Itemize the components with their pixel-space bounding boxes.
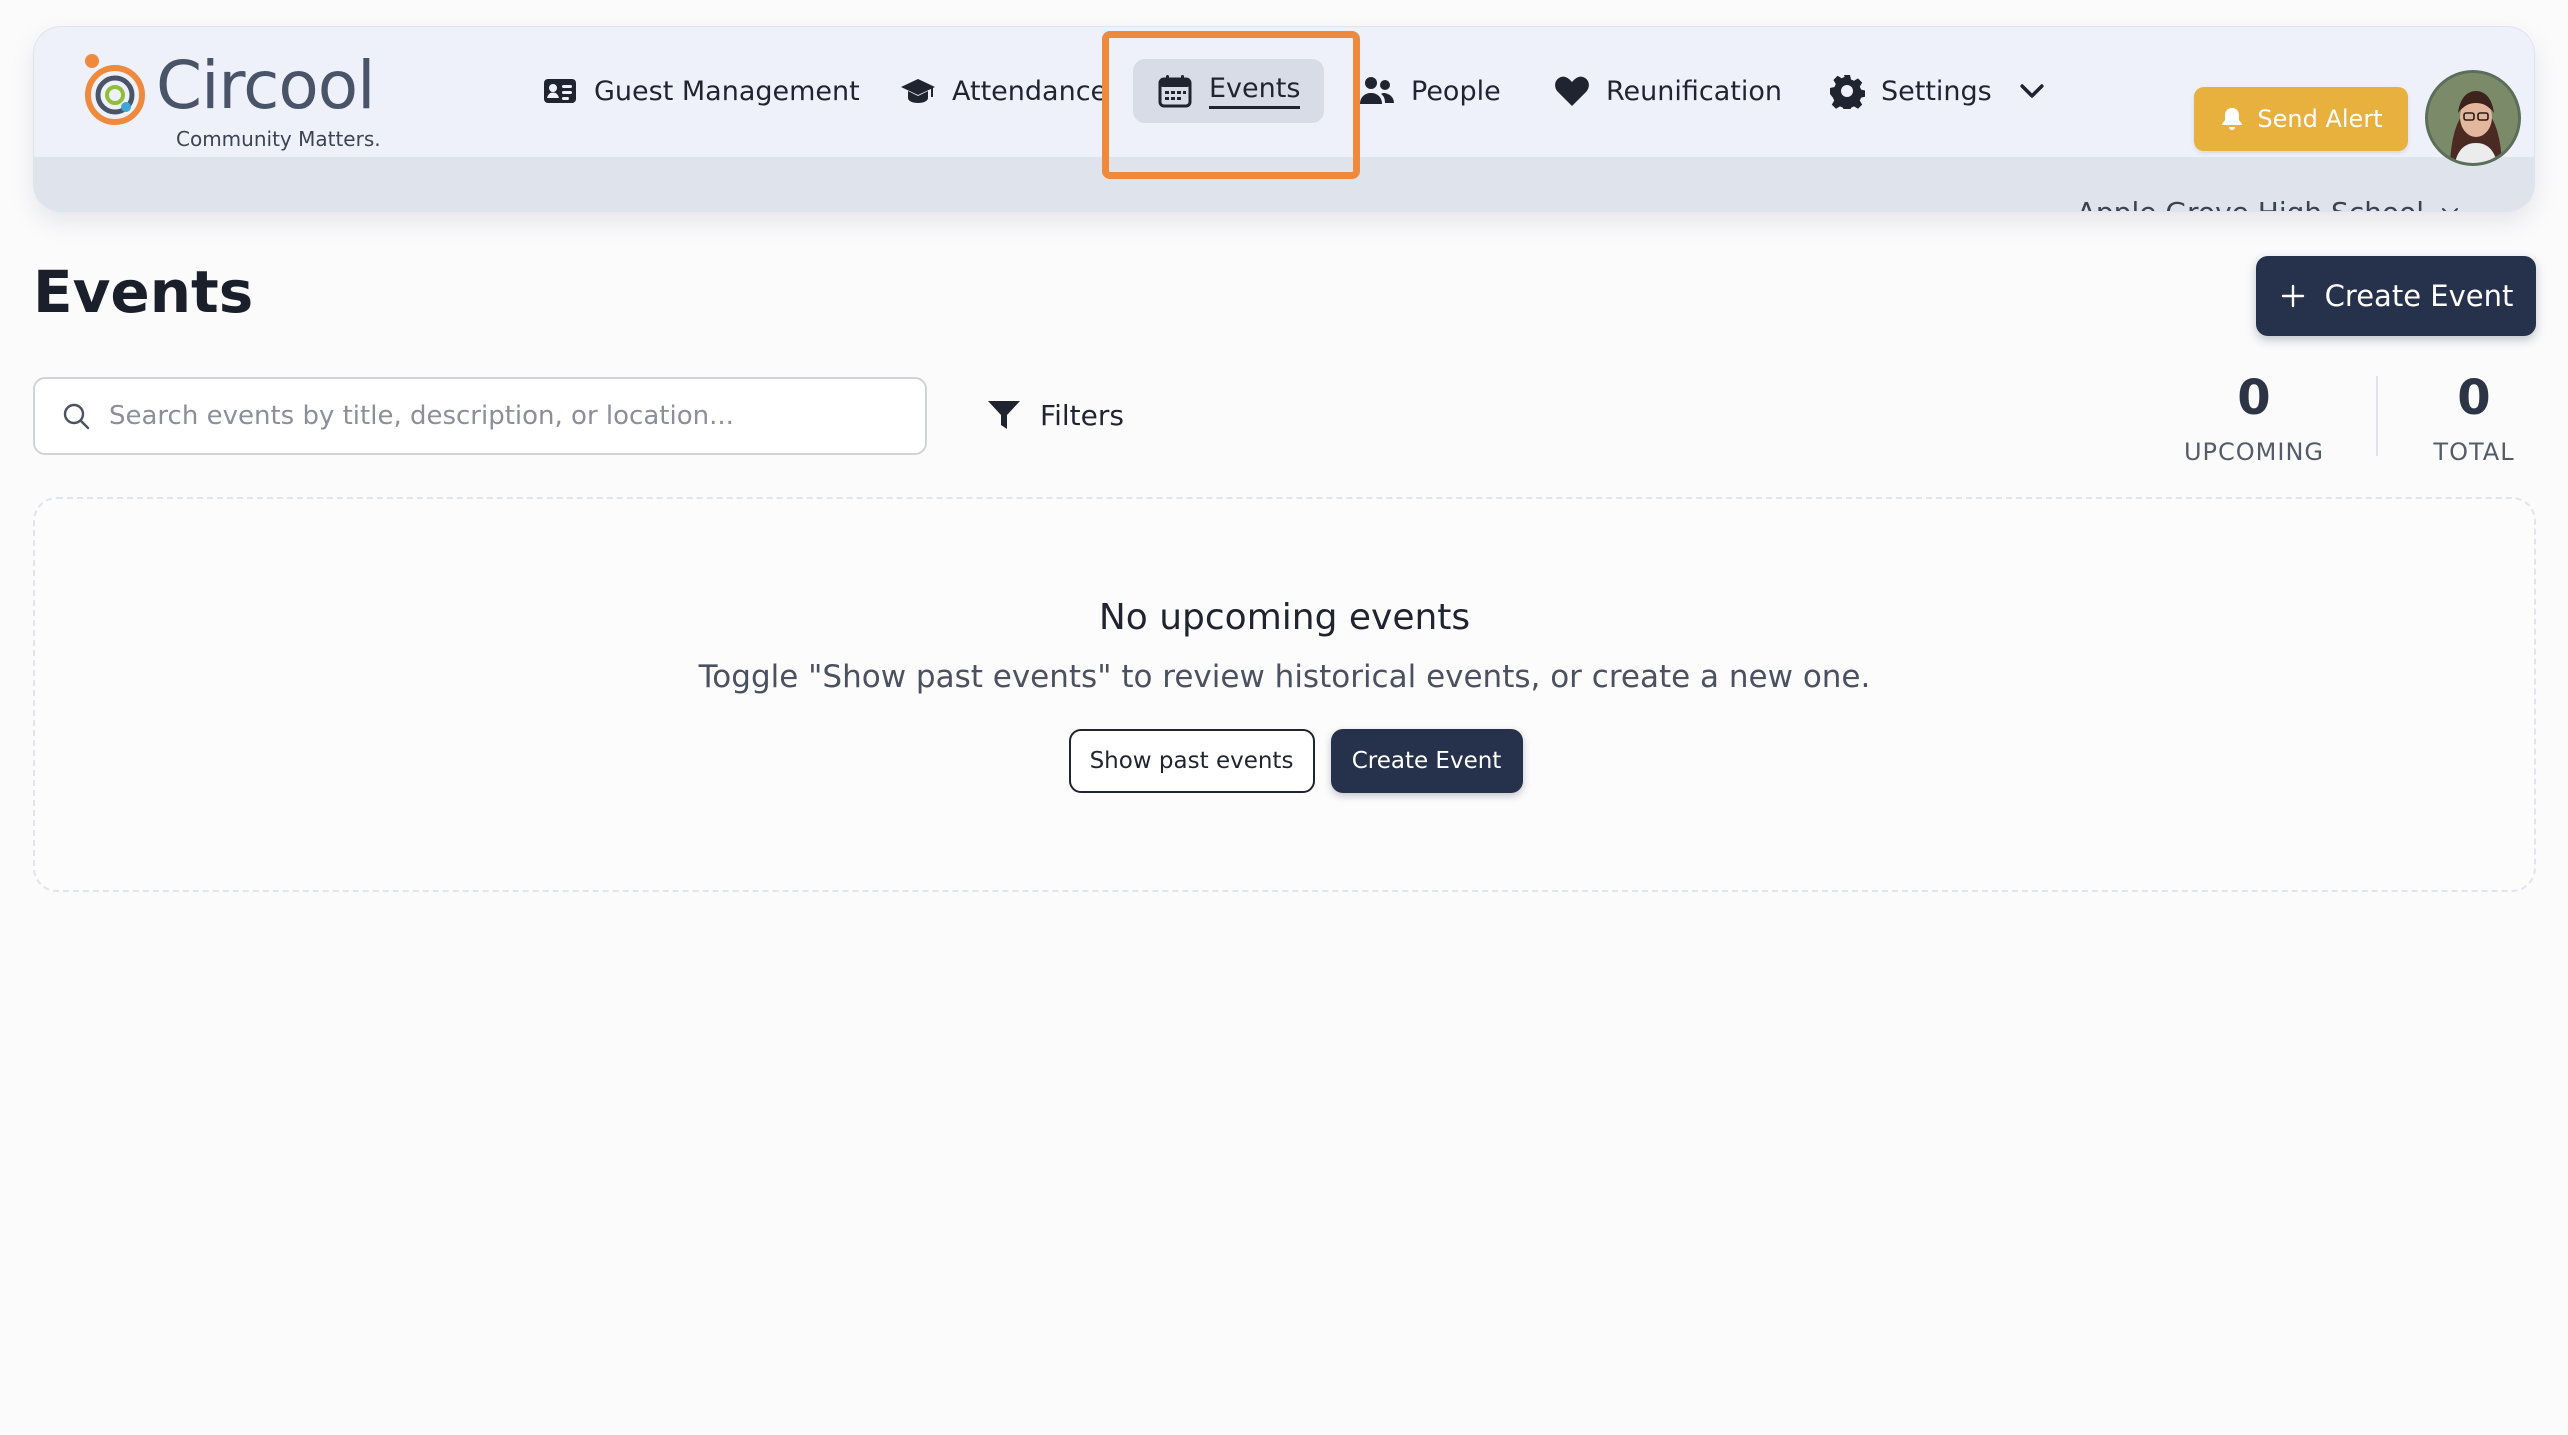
nav-guest-management[interactable]: Guest Management	[542, 59, 860, 123]
nav-events[interactable]: Events	[1133, 59, 1325, 123]
show-past-events-button[interactable]: Show past events	[1068, 729, 1315, 793]
page-title: Events	[33, 258, 254, 326]
user-photo-icon	[2428, 73, 2518, 163]
stat-upcoming: 0 UPCOMING	[2154, 366, 2354, 476]
filters-button[interactable]: Filters	[986, 393, 1124, 437]
nav-reunification[interactable]: Reunification	[1554, 59, 1782, 123]
nav-settings[interactable]: Settings	[1829, 59, 2050, 123]
stat-total-label: TOTAL	[2433, 438, 2515, 466]
gear-icon	[1830, 75, 1865, 109]
circool-logo[interactable]: Circool Community Matters.	[82, 41, 422, 151]
calendar-icon	[1158, 75, 1192, 108]
chevron-down-icon	[2020, 84, 2044, 98]
app-name: Circool	[156, 47, 375, 124]
search-input[interactable]	[109, 401, 925, 431]
nav-attendance[interactable]: Attendance	[900, 59, 1107, 123]
stat-upcoming-label: UPCOMING	[2183, 438, 2325, 466]
nav-attendance-label: Attendance	[952, 75, 1108, 107]
empty-state-title: No upcoming events	[1098, 597, 1471, 638]
stat-upcoming-value: 0	[2237, 370, 2271, 426]
empty-state-card: No upcoming events Toggle "Show past eve…	[33, 497, 2536, 892]
search-icon	[63, 403, 90, 430]
heart-icon	[1555, 76, 1589, 106]
search-box	[33, 377, 927, 455]
top-navigation-header: Circool Community Matters. Guest Managem…	[33, 26, 2535, 212]
funnel-icon	[988, 401, 1020, 429]
create-event-button[interactable]: Create Event	[2256, 256, 2536, 336]
plus-icon	[2281, 284, 2304, 308]
empty-state-subtitle: Toggle "Show past events" to review hist…	[698, 659, 1871, 695]
empty-create-event-button[interactable]: Create Event	[1330, 729, 1523, 793]
stat-total: 0 TOTAL	[2374, 366, 2568, 476]
send-alert-button[interactable]: Send Alert	[2194, 87, 2408, 151]
nav-people-label: People	[1411, 75, 1501, 107]
nav-reunification-label: Reunification	[1606, 75, 1783, 107]
school-name: Apple Grove High School	[2076, 195, 2424, 212]
user-avatar[interactable]	[2425, 70, 2521, 166]
id-card-icon	[544, 79, 576, 103]
nav-settings-label: Settings	[1881, 75, 1992, 107]
filters-label: Filters	[1040, 398, 1124, 432]
create-event-label: Create Event	[2324, 279, 2514, 313]
send-alert-label: Send Alert	[2257, 105, 2383, 133]
empty-state-actions: Show past events Create Event	[35, 729, 2534, 793]
circool-logo-mark-icon	[85, 54, 145, 125]
graduation-cap-icon	[901, 79, 935, 103]
school-selector[interactable]: Apple Grove High School	[2076, 192, 2462, 212]
events-page: Circool Community Matters. Guest Managem…	[0, 0, 2568, 1435]
nav-events-label: Events	[1209, 73, 1301, 109]
bell-icon	[2222, 108, 2243, 130]
stat-total-value: 0	[2457, 370, 2491, 426]
users-icon	[1360, 77, 1394, 104]
app-tagline: Community Matters.	[176, 127, 381, 151]
chevron-down-icon	[2442, 208, 2458, 211]
nav-guest-management-label: Guest Management	[594, 75, 860, 107]
nav-people[interactable]: People	[1359, 59, 1501, 123]
